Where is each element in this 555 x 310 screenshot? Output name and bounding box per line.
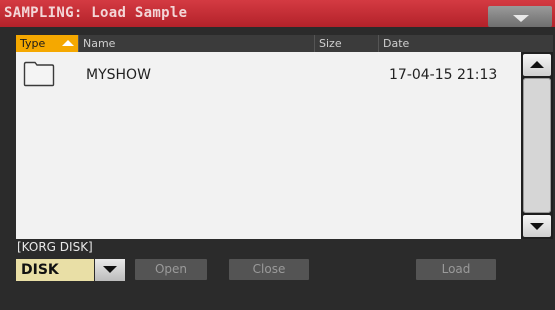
file-date: 17-04-15 21:13 [389,67,498,83]
column-name-label: Name [83,37,116,50]
file-name: MYSHOW [86,67,151,83]
scroll-up-button[interactable] [523,54,551,76]
folder-icon [23,61,55,87]
list-item[interactable]: MYSHOW 17-04-15 21:13 [16,56,521,90]
column-type-label: Type [20,37,46,50]
page-menu-button[interactable] [488,6,552,27]
column-name[interactable]: Name [78,35,314,52]
disk-selector-value[interactable]: DISK [16,259,94,281]
column-date-label: Date [383,37,410,50]
column-date[interactable]: Date [378,35,553,52]
title-bar: SAMPLING: Load Sample [0,0,555,27]
column-size-label: Size [319,37,342,50]
chevron-down-icon [513,15,529,22]
window-title: SAMPLING: Load Sample [4,5,188,21]
column-header: Type Name Size Date [16,35,553,52]
path-label: [KORG DISK] [17,240,93,254]
scroll-thumb[interactable] [523,78,551,213]
column-type[interactable]: Type [16,35,78,52]
disk-selector[interactable]: DISK [16,259,125,281]
disk-dropdown-button[interactable] [95,259,125,281]
file-list[interactable]: MYSHOW 17-04-15 21:13 [16,52,521,239]
load-button[interactable]: Load [416,259,496,280]
scrollbar[interactable] [521,52,553,239]
column-size[interactable]: Size [314,35,378,52]
close-button[interactable]: Close [229,259,309,280]
scroll-down-button[interactable] [523,215,551,237]
open-button[interactable]: Open [135,259,207,280]
sort-ascending-icon [62,40,74,46]
